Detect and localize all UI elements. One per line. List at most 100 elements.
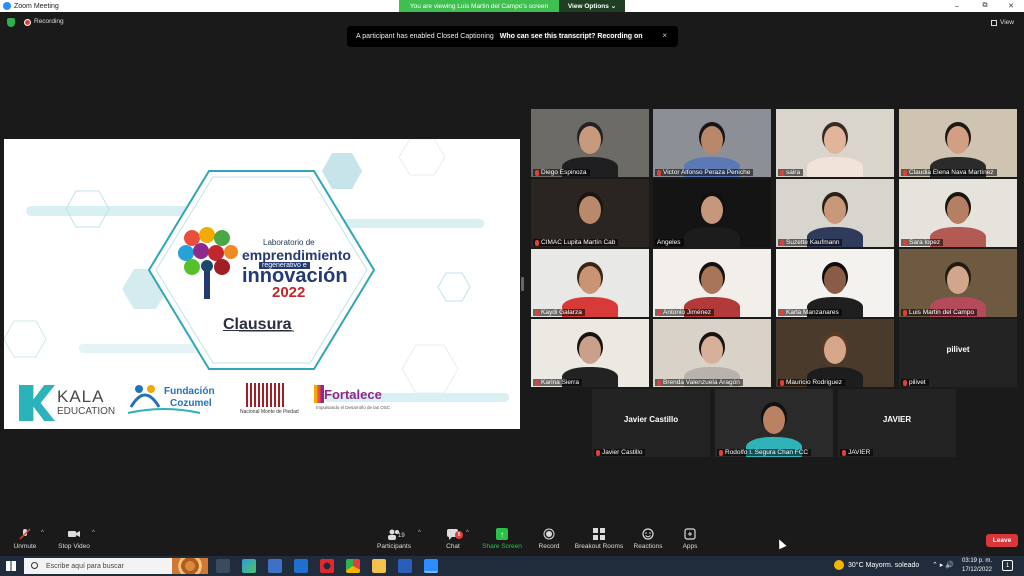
fc-logo-subtext: Cozumel xyxy=(170,398,212,409)
weather-widget[interactable]: 30°C Mayorm. soleado xyxy=(834,560,919,570)
muted-mic-icon xyxy=(719,449,723,456)
slide-title: Clausura xyxy=(223,316,292,333)
zoom-window: Zoom Meeting – ⧉ ✕ You are viewing Luis … xyxy=(0,0,1024,576)
fortalece-logo-text: Fortalece xyxy=(324,387,382,402)
participant-tile[interactable]: JAVIER JAVIER xyxy=(838,389,956,457)
viewing-screen-banner: You are viewing Luis Martin del Campo's … xyxy=(399,0,559,12)
stop-video-button[interactable]: Stop Video xyxy=(55,523,93,556)
closed-caption-notice: A participant has enabled Closed Caption… xyxy=(347,26,678,47)
close-window-button[interactable]: ✕ xyxy=(998,0,1024,12)
unmute-button[interactable]: Unmute xyxy=(8,523,42,556)
participant-name: Javier Castillo xyxy=(602,449,643,456)
stop-video-label: Stop Video xyxy=(58,543,90,550)
zoom-logo-icon xyxy=(3,2,11,10)
participant-name: Antonio Jiménez xyxy=(663,309,712,316)
share-screen-button[interactable]: ↑ Share Screen xyxy=(480,523,524,556)
participant-tile[interactable]: pilivet pilivet xyxy=(899,319,1017,387)
minimize-button[interactable]: – xyxy=(944,0,970,12)
participant-tile[interactable]: Claudia Elena Nava Martínez xyxy=(899,109,1017,177)
fortalece-logo-subtext: Impulsando el Desarrollo de las OSC xyxy=(316,405,391,410)
participant-tile[interactable]: Diego Espinoza xyxy=(531,109,649,177)
participant-tile[interactable]: Sara lopez xyxy=(899,179,1017,247)
participants-chevron-icon[interactable]: ^ xyxy=(418,530,421,536)
fc-logo-text: Fundación xyxy=(164,386,215,397)
participant-tile[interactable]: Mauricio Rodriguez xyxy=(776,319,894,387)
task-view-icon[interactable] xyxy=(216,559,230,573)
participant-face xyxy=(824,266,846,294)
share-arrow-icon: ↑ xyxy=(496,528,508,540)
participant-name-label: CIMAC Lupita Martín Cab xyxy=(533,239,619,246)
participant-face xyxy=(824,126,846,154)
recording-label: Recording xyxy=(34,18,64,25)
muted-mic-icon xyxy=(903,309,907,316)
gallery-grid-icon xyxy=(991,19,997,26)
participant-name: JAVIER xyxy=(848,449,871,456)
participant-face xyxy=(824,336,846,364)
taskbar-search-box[interactable]: Escribe aquí para buscar xyxy=(24,558,208,574)
reactions-button[interactable]: Reactions xyxy=(632,523,664,556)
participant-name-label: Antonio Jiménez xyxy=(655,309,715,316)
split-view-handle[interactable] xyxy=(521,277,524,291)
muted-mic-icon xyxy=(903,239,907,246)
participant-name: Karina Sierra xyxy=(541,379,579,386)
taskbar-clock[interactable]: 03:19 p. m. 17/12/2022 xyxy=(958,557,996,575)
notification-center-icon[interactable]: 1 xyxy=(1002,560,1013,571)
participant-tile[interactable]: Rodolfo I. Segura Chan FCC xyxy=(715,389,833,457)
edge-browser-icon[interactable] xyxy=(242,559,256,573)
store-icon[interactable] xyxy=(268,559,282,573)
participant-tile[interactable]: Antonio Jiménez xyxy=(653,249,771,317)
leave-button[interactable]: Leave xyxy=(986,534,1018,547)
windows-taskbar: Escribe aquí para buscar 30°C Mayorm. so… xyxy=(0,556,1024,576)
participant-tile[interactable]: Javier Castillo Javier Castillo xyxy=(592,389,710,457)
file-explorer-icon[interactable] xyxy=(372,559,386,573)
muted-mic-icon xyxy=(780,239,784,246)
participant-tile[interactable]: Suzette Kaufmann xyxy=(776,179,894,247)
mail-icon[interactable] xyxy=(294,559,308,573)
participant-face xyxy=(579,266,601,294)
muted-mic-icon xyxy=(657,379,661,386)
security-shield-icon[interactable] xyxy=(7,18,15,27)
chat-button[interactable]: 8 Chat xyxy=(440,523,466,556)
video-options-chevron-icon[interactable]: ^ xyxy=(92,530,95,536)
participant-name: Rodolfo I. Segura Chan FCC xyxy=(725,449,809,456)
apps-button[interactable]: Apps xyxy=(679,523,701,556)
windows-start-icon[interactable] xyxy=(6,561,16,571)
chat-chevron-icon[interactable]: ^ xyxy=(466,530,469,536)
participant-face xyxy=(947,126,969,154)
audio-options-chevron-icon[interactable]: ^ xyxy=(41,530,44,536)
participant-display-name: Javier Castillo xyxy=(623,415,679,424)
chrome-icon[interactable] xyxy=(346,559,360,573)
participant-tile[interactable]: Brenda Valenzuela Aragón xyxy=(653,319,771,387)
clock-time: 03:19 p. m. xyxy=(961,558,993,564)
participant-tile[interactable]: Victor Alfonso Peraza Peniche xyxy=(653,109,771,177)
muted-mic-icon xyxy=(19,528,31,540)
weather-text: 30°C Mayorm. soleado xyxy=(848,561,920,569)
participant-tile[interactable]: CIMAC Lupita Martín Cab xyxy=(531,179,649,247)
participant-tile[interactable]: Karina Sierra xyxy=(531,319,649,387)
fortalece-logo: Fortalece Impulsando el Desarrollo de la… xyxy=(314,385,396,419)
breakout-grid-icon xyxy=(593,528,605,540)
participant-tile[interactable]: Angeles xyxy=(653,179,771,247)
zoom-taskbar-icon[interactable] xyxy=(424,559,438,573)
participant-tile[interactable]: Luis Martin del Campo xyxy=(899,249,1017,317)
participants-button[interactable]: 19 Participants xyxy=(374,523,414,556)
opera-icon[interactable] xyxy=(320,559,334,573)
participant-tile[interactable]: saira xyxy=(776,109,894,177)
participant-tile[interactable]: Karla Manzanares xyxy=(776,249,894,317)
chat-icon: 8 xyxy=(447,528,463,540)
cc-notice-close-button[interactable]: × xyxy=(662,31,667,40)
kala-logo-subtext: EDUCATION xyxy=(57,406,116,417)
record-button[interactable]: Record xyxy=(535,523,563,556)
participant-tile[interactable]: Kaydi Galarza xyxy=(531,249,649,317)
breakout-rooms-button[interactable]: Breakout Rooms xyxy=(573,523,625,556)
transcript-info-link[interactable]: Who can see this transcript? Recording o… xyxy=(499,33,643,40)
view-button[interactable]: View xyxy=(991,17,1019,28)
participant-face xyxy=(824,196,846,224)
word-icon[interactable] xyxy=(398,559,412,573)
view-options-button[interactable]: View Options ⌄ xyxy=(559,0,625,12)
slide-lab-heading: Laboratorio de xyxy=(263,238,315,247)
participant-name-label: JAVIER xyxy=(840,449,874,456)
muted-mic-icon xyxy=(903,379,907,386)
tray-icons[interactable]: ⌃ ▸ 🔊 xyxy=(932,561,954,569)
maximize-button[interactable]: ⧉ xyxy=(972,0,998,12)
